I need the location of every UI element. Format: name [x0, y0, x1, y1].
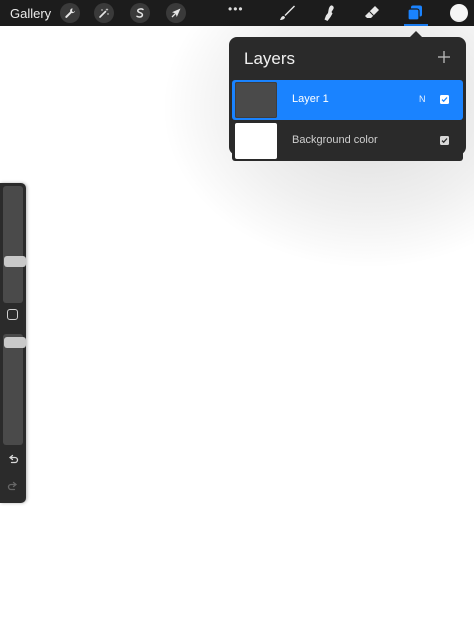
- checkmark-icon: [441, 97, 448, 103]
- redo-arrow-icon: [7, 481, 18, 491]
- layer-row-layer-1[interactable]: Layer 1 N: [232, 80, 463, 120]
- add-layer-button[interactable]: [436, 49, 452, 65]
- visibility-checkbox[interactable]: [440, 95, 449, 104]
- layer-name: Layer 1: [292, 93, 329, 105]
- redo-button[interactable]: [6, 480, 20, 494]
- brush-size-thumb[interactable]: [4, 255, 26, 267]
- opacity-slider[interactable]: [3, 334, 26, 445]
- plus-icon: [438, 51, 450, 63]
- adjustments-button[interactable]: [94, 3, 114, 23]
- blend-mode-button[interactable]: N: [419, 94, 426, 104]
- gallery-button[interactable]: Gallery: [10, 6, 51, 21]
- wrench-icon: [65, 8, 75, 18]
- layer-row-background-color[interactable]: Background color: [232, 121, 463, 161]
- undo-button[interactable]: [6, 453, 20, 467]
- brush-size-slider[interactable]: [3, 186, 26, 303]
- magic-wand-icon: [99, 8, 109, 18]
- actions-button[interactable]: [60, 3, 80, 23]
- checkmark-icon: [441, 138, 448, 144]
- undo-arrow-icon: [8, 454, 19, 464]
- arrow-cursor-icon: [171, 8, 181, 18]
- layers-panel: Layers Layer 1 N Background color: [229, 37, 466, 161]
- selection-s-icon: [136, 8, 144, 18]
- more-options-button[interactable]: •••: [228, 2, 244, 16]
- opacity-thumb[interactable]: [4, 337, 26, 348]
- modify-button[interactable]: [7, 309, 18, 320]
- background-color-swatch[interactable]: [235, 123, 277, 159]
- visibility-checkbox[interactable]: [440, 136, 449, 145]
- selection-button[interactable]: [130, 3, 150, 23]
- panel-title: Layers: [244, 49, 296, 68]
- layer-name: Background color: [292, 134, 378, 146]
- layer-thumbnail[interactable]: [235, 82, 277, 118]
- left-sidebar: [0, 183, 26, 503]
